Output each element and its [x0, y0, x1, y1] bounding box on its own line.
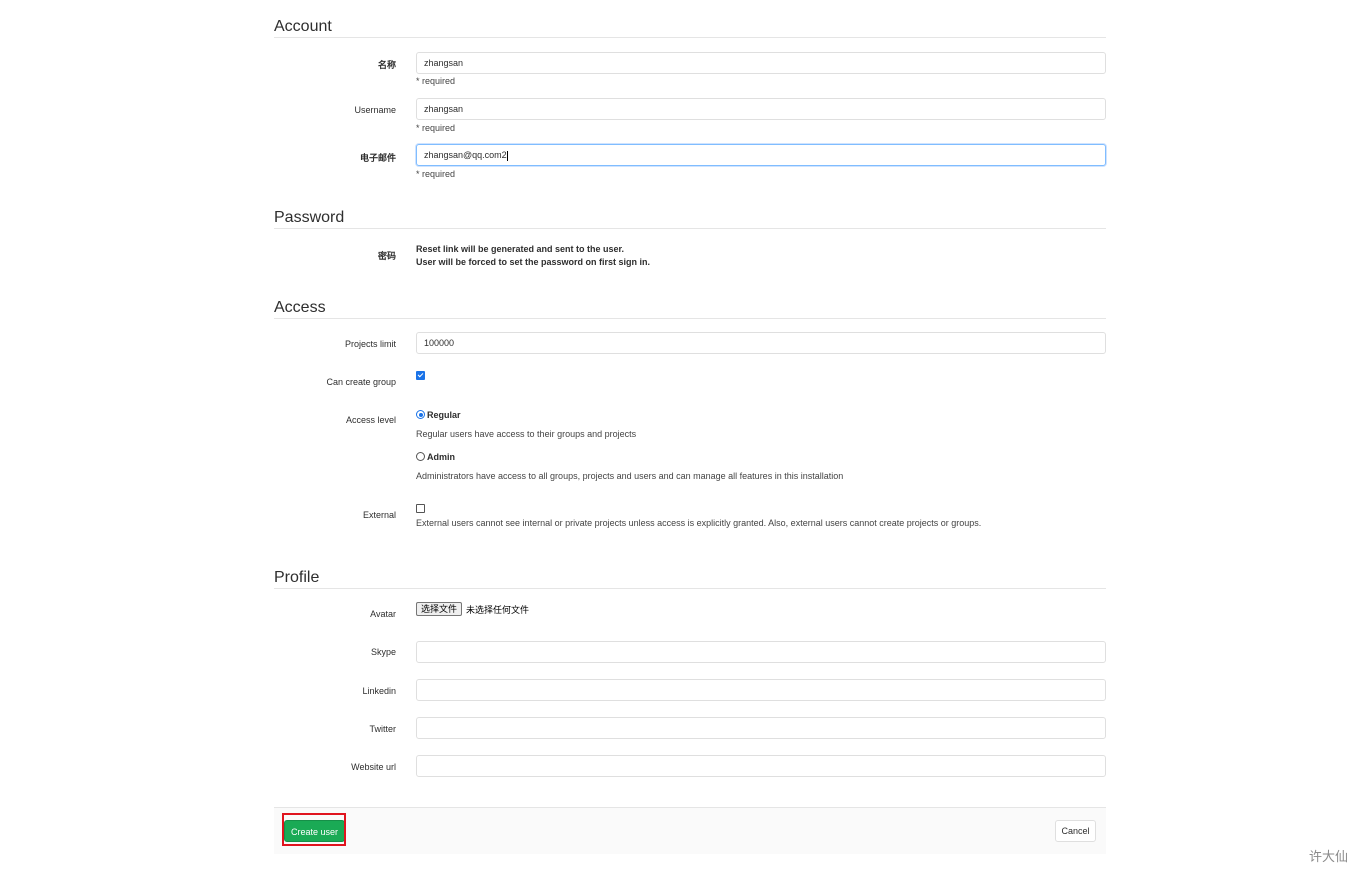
profile-section-header: Profile — [274, 551, 1106, 589]
admin-option-label[interactable]: Admin — [427, 452, 455, 462]
account-section-header: Account — [274, 0, 1106, 38]
email-required-hint: * required — [416, 169, 456, 179]
password-reset-note: Reset link will be generated and sent to… — [416, 244, 625, 254]
skype-input[interactable] — [416, 641, 1106, 663]
access-level-label: Access level — [345, 415, 396, 425]
password-first-signin-note: User will be forced to set the password … — [416, 257, 651, 267]
no-file-chosen-text: 未选择任何文件 — [466, 605, 530, 615]
can-create-group-checkbox[interactable] — [416, 371, 425, 380]
account-section-title: Account — [274, 18, 332, 35]
twitter-label: Twitter — [369, 724, 396, 734]
form-actions: Create user Cancel — [274, 807, 1106, 854]
create-user-button[interactable]: Create user — [284, 820, 345, 842]
text-caret — [506, 150, 508, 161]
website-url-label: Website url — [351, 762, 396, 772]
username-label: Username — [354, 105, 396, 115]
cancel-button[interactable]: Cancel — [1055, 820, 1096, 842]
email-input-value: zhangsan@qq.com2 — [424, 150, 507, 160]
website-url-input[interactable] — [416, 755, 1106, 777]
username-input[interactable]: zhangsan — [416, 98, 1106, 120]
external-checkbox[interactable] — [416, 504, 425, 513]
can-create-group-label: Can create group — [326, 377, 396, 387]
regular-option-description: Regular users have access to their group… — [416, 429, 637, 439]
twitter-input[interactable] — [416, 717, 1106, 739]
email-label: 电子邮件 — [359, 153, 396, 163]
linkedin-label: Linkedin — [362, 686, 396, 696]
regular-option-label[interactable]: Regular — [427, 410, 461, 420]
name-input[interactable]: zhangsan — [416, 52, 1106, 74]
username-required-hint: * required — [416, 123, 456, 133]
skype-label: Skype — [370, 647, 396, 657]
external-description: External users cannot see internal or pr… — [416, 518, 982, 528]
name-required-hint: * required — [416, 76, 456, 86]
admin-option-description: Administrators have access to all groups… — [416, 471, 844, 481]
watermark: 许大仙 — [1308, 850, 1348, 865]
projects-limit-label: Projects limit — [344, 339, 396, 349]
access-section-title: Access — [274, 299, 326, 316]
password-section-title: Password — [274, 209, 345, 226]
profile-section-title: Profile — [274, 569, 320, 586]
linkedin-input[interactable] — [416, 679, 1106, 701]
projects-limit-input[interactable]: 100000 — [416, 332, 1106, 354]
access-level-regular-radio[interactable] — [416, 410, 425, 419]
access-level-admin-radio[interactable] — [416, 452, 425, 461]
choose-file-button[interactable]: 选择文件 — [416, 602, 463, 616]
password-section-header: Password — [274, 191, 1106, 229]
avatar-label: Avatar — [370, 609, 396, 619]
password-label: 密码 — [377, 251, 396, 261]
external-label: External — [362, 510, 396, 520]
access-section-header: Access — [274, 281, 1106, 319]
email-input[interactable]: zhangsan@qq.com2 — [416, 144, 1106, 166]
name-label: 名称 — [377, 60, 396, 70]
